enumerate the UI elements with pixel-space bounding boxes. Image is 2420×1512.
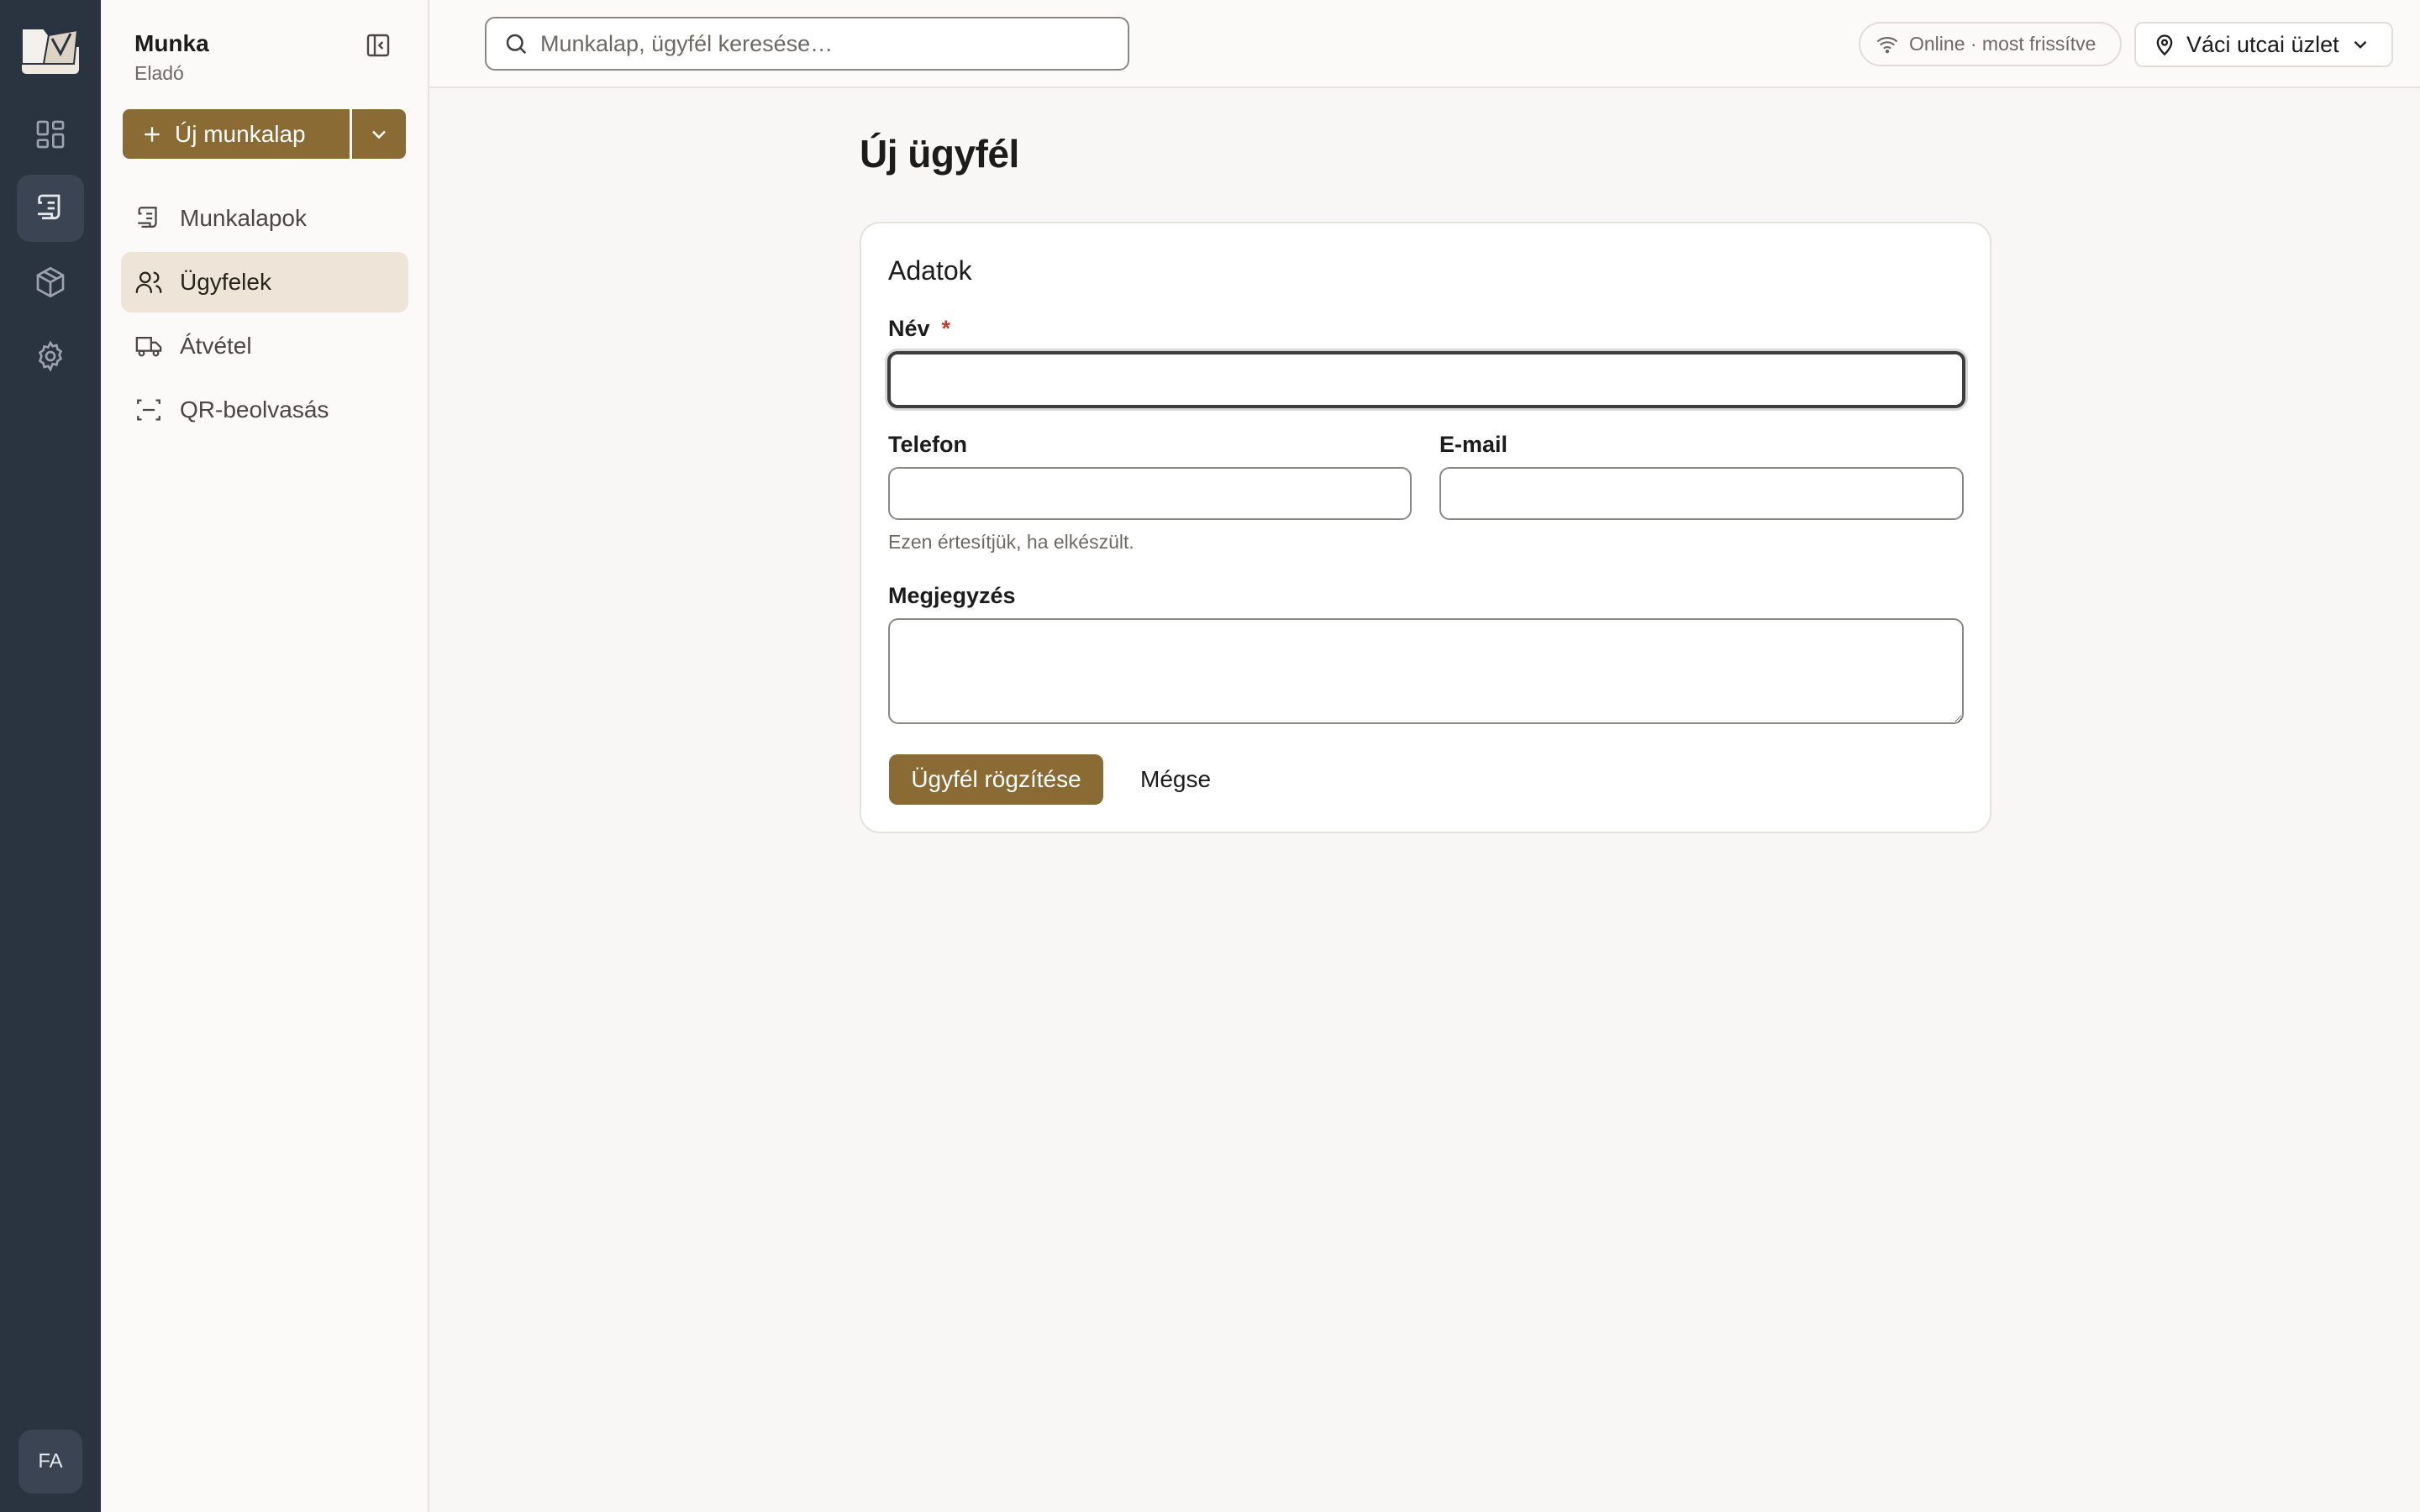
store-selector[interactable]: Váci utcai üzlet — [2134, 22, 2393, 67]
worksheet-icon — [38, 194, 60, 220]
new-worksheet-button[interactable]: Új munkalap — [123, 109, 350, 159]
wifi-icon — [1876, 36, 1898, 53]
section-title: Adatok — [888, 255, 972, 286]
sidebar: Munka Eladó Új munkalap Munkalapok Ügyfe… — [101, 0, 429, 1512]
name-label-text: Név — [888, 316, 930, 341]
top-bar: Online · most frissítve Váci utcai üzlet — [429, 0, 2420, 88]
sidebar-nav: Munkalapok Ügyfelek Átvétel QR-beolvasás — [121, 188, 408, 444]
new-worksheet-dropdown-button[interactable] — [352, 109, 406, 159]
rail-settings-button[interactable] — [17, 323, 84, 390]
app-rail: FA — [0, 0, 101, 1512]
phone-hint: Ezen értesítjük, ha elkészült. — [888, 531, 1134, 553]
store-selector-label: Váci utcai üzlet — [2186, 31, 2339, 57]
search-icon — [506, 34, 527, 55]
user-avatar[interactable]: FA — [18, 1430, 82, 1494]
connection-status-badge: Online · most frissítve — [1859, 22, 2122, 66]
sidebar-item-ugyfelek[interactable]: Ügyfelek — [121, 252, 408, 312]
sidebar-item-munkalapok[interactable]: Munkalapok — [121, 188, 408, 249]
panel-collapse-icon — [366, 34, 390, 57]
truck-icon — [135, 336, 162, 357]
users-icon — [135, 271, 162, 293]
user-role: Eladó — [134, 62, 184, 84]
worksheet-icon — [138, 207, 157, 228]
cancel-button[interactable]: Mégse — [1122, 754, 1229, 805]
sidebar-item-qr-beolvasas[interactable]: QR-beolvasás — [121, 380, 408, 440]
sidebar-collapse-button[interactable] — [365, 32, 392, 59]
name-label: Név * — [888, 316, 950, 342]
workspace-title: Munka — [134, 30, 209, 56]
rail-dashboard-button[interactable] — [17, 101, 84, 168]
customer-form-card: Adatok Név * Telefon Ezen értesítjük, ha … — [860, 222, 1991, 833]
note-label: Megjegyzés — [888, 583, 1016, 608]
chevron-down-icon — [372, 130, 386, 139]
qr-scan-icon — [137, 399, 160, 421]
email-input[interactable] — [1439, 467, 1964, 520]
email-label: E-mail — [1439, 432, 1508, 457]
connection-status-text: Online · most frissítve — [1909, 33, 2096, 55]
chevron-down-icon — [2354, 40, 2366, 49]
new-worksheet-label: Új munkalap — [175, 120, 306, 147]
sidebar-item-label: Munkalapok — [180, 205, 307, 231]
save-customer-button[interactable]: Ügyfél rögzítése — [889, 754, 1103, 805]
map-pin-icon — [2156, 34, 2173, 56]
sidebar-item-label: QR-beolvasás — [180, 396, 329, 423]
phone-label: Telefon — [888, 432, 967, 457]
sidebar-item-label: Átvétel — [180, 333, 252, 359]
dashboard-icon — [36, 120, 65, 149]
package-icon — [36, 266, 65, 298]
required-marker: * — [941, 316, 951, 341]
phone-input[interactable] — [888, 467, 1412, 520]
page-title: Új ügyfél — [860, 132, 1019, 176]
search-box[interactable] — [485, 17, 1129, 71]
rail-inventory-button[interactable] — [17, 249, 84, 316]
app-logo-icon[interactable] — [18, 22, 82, 77]
search-input[interactable] — [540, 30, 1112, 57]
name-input[interactable] — [887, 351, 1965, 408]
note-textarea[interactable] — [888, 618, 1964, 724]
settings-icon — [38, 340, 63, 372]
sidebar-item-label: Ügyfelek — [180, 269, 271, 295]
plus-icon — [145, 126, 160, 142]
sidebar-item-atvetel[interactable]: Átvétel — [121, 316, 408, 376]
rail-worksheets-button[interactable] — [17, 175, 84, 242]
